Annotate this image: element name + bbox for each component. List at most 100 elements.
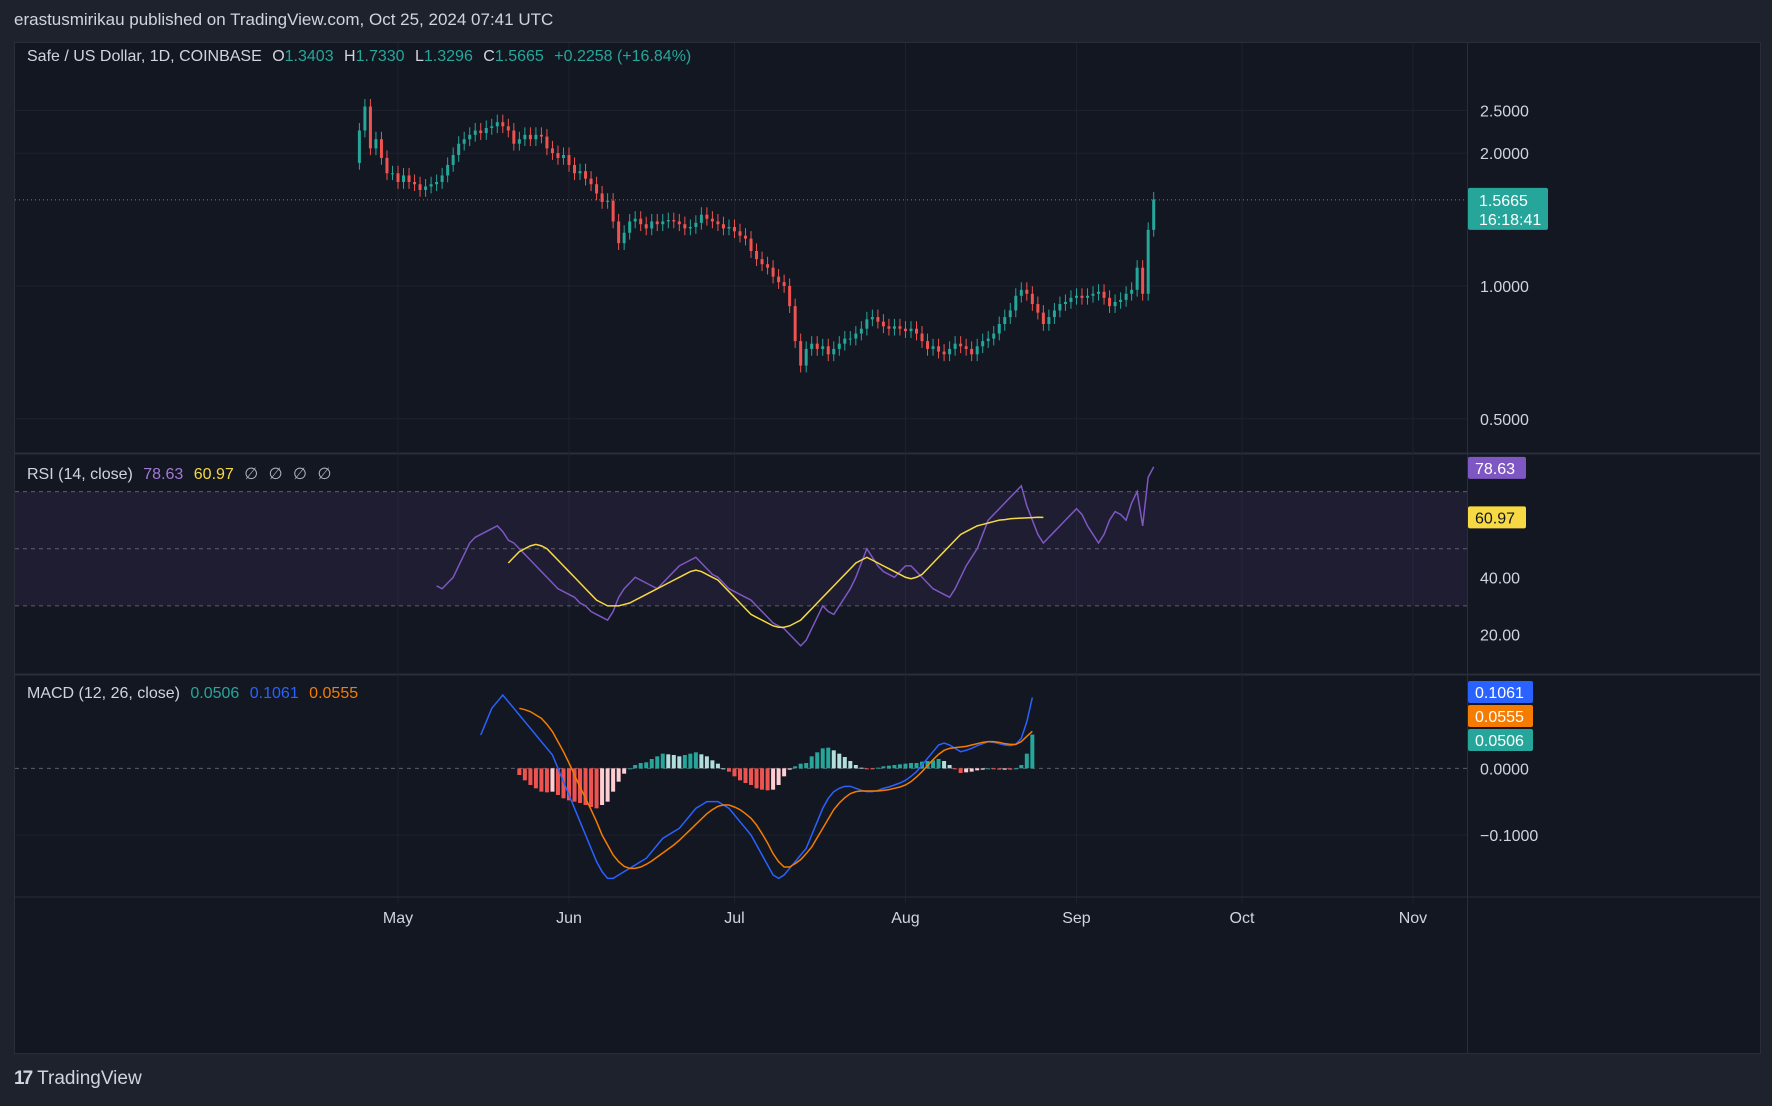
time-axis-tick: Jul	[724, 910, 744, 927]
candle-body	[997, 323, 1001, 334]
macd-hist-bar	[853, 765, 858, 769]
candle-body	[677, 221, 681, 225]
candle-body	[887, 326, 891, 329]
macd-hist-bar	[611, 768, 616, 792]
macd-hist-bar	[589, 768, 594, 807]
candle-body	[429, 184, 433, 187]
candle-body	[479, 130, 483, 134]
candle-body	[606, 200, 610, 202]
rsi-axis-tick: 20.00	[1480, 627, 1520, 644]
candle-body	[462, 139, 466, 144]
candle-body	[561, 155, 565, 158]
macd-hist-bar	[688, 753, 693, 769]
candle-body	[1052, 310, 1056, 318]
macd-hist-bar	[533, 768, 538, 789]
candle-body	[1124, 293, 1128, 300]
ohlc-open-key: O	[272, 48, 285, 65]
macd-hist-bar	[914, 763, 919, 769]
tradingview-brand: TradingView	[37, 1068, 142, 1089]
candle-body	[407, 175, 411, 182]
chart-frame[interactable]: 2.5000 2.0000 1.0000 0.5000 1.5665 16:18:41 60…	[14, 42, 1761, 1054]
macd-hist-bar	[622, 768, 627, 774]
candle-body	[523, 134, 527, 140]
macd-hist-bar	[804, 763, 809, 769]
macd-hist-bar	[1024, 753, 1029, 769]
macd-hist-bar	[715, 763, 720, 769]
candle-body	[1047, 317, 1051, 324]
candle-body	[418, 184, 422, 190]
candle-body	[600, 193, 604, 202]
candle-body	[1036, 304, 1040, 313]
candle-body	[766, 264, 770, 268]
candle-body	[865, 319, 869, 329]
candle-body	[573, 164, 577, 174]
ohlc-open: 1.3403	[284, 48, 334, 65]
candle-body	[661, 221, 665, 225]
price-axis-tick: 2.5000	[1480, 103, 1529, 120]
candle-body	[986, 338, 990, 342]
candle-body	[799, 341, 803, 366]
price-axis-tick: 1.0000	[1480, 279, 1529, 296]
macd-hist-bar	[710, 760, 715, 769]
candle-body	[959, 343, 963, 347]
macd-hist-bar	[986, 768, 991, 770]
candle-body	[379, 139, 383, 158]
candle-body	[859, 328, 863, 334]
ohlc-low-key: L	[415, 48, 424, 65]
candle-body	[975, 346, 979, 355]
candle-body	[528, 134, 532, 140]
candle-body	[793, 306, 797, 342]
macd-label[interactable]: MACD (12, 26, close)	[27, 685, 180, 702]
candle-body	[749, 238, 753, 251]
candle-body	[357, 130, 361, 163]
macd-hist-value: 0.0506	[190, 685, 240, 702]
candle-body	[517, 139, 521, 144]
candle-body	[970, 348, 974, 355]
candle-body	[810, 343, 814, 349]
candle-body	[1152, 199, 1156, 230]
candle-body	[1113, 301, 1117, 307]
candle-body	[915, 328, 919, 334]
macd-hist-bar	[544, 768, 549, 793]
candle-body	[396, 173, 400, 182]
candle-body	[1030, 293, 1034, 305]
candle-body	[595, 184, 599, 194]
candle-body	[771, 267, 775, 277]
candle-body	[953, 343, 957, 349]
candle-body	[655, 221, 659, 225]
candle-body	[495, 122, 499, 127]
macd-hist-bar	[754, 768, 759, 789]
candle-body	[622, 232, 626, 244]
candle-body	[1108, 297, 1112, 307]
price-axis-tick: 2.0000	[1480, 146, 1529, 163]
macd-hist-bar	[826, 747, 831, 769]
candle-body	[402, 175, 406, 182]
candle-body	[694, 222, 698, 228]
rsi-label[interactable]: RSI (14, close)	[27, 466, 133, 483]
macd-value-tag: 0.1061	[1475, 685, 1524, 702]
macd-hist-bar	[859, 767, 864, 769]
candle-body	[854, 333, 858, 339]
macd-hist-bar	[1030, 734, 1035, 769]
candle-body	[1041, 312, 1045, 324]
symbol-label[interactable]: Safe / US Dollar, 1D, COINBASE	[27, 48, 262, 65]
macd-hist-bar	[550, 768, 555, 792]
candle-body	[727, 227, 731, 229]
macd-hist-bar	[726, 768, 731, 772]
candle-body	[992, 333, 996, 339]
candle-body	[451, 155, 455, 165]
macd-hist-bar	[953, 768, 958, 770]
macd-hist-bar	[870, 768, 875, 770]
macd-hist-bar	[820, 748, 825, 769]
macd-hist-bar	[1008, 768, 1013, 770]
macd-hist-bar	[875, 767, 880, 769]
publisher-line: erastusmirikau published on TradingView.…	[14, 10, 554, 29]
rsi-null-1: ∅	[244, 466, 259, 483]
candle-body	[666, 220, 670, 222]
candle-body	[903, 328, 907, 332]
candle-body	[788, 285, 792, 307]
rsi-axis-tick: 40.00	[1480, 570, 1520, 587]
candle-body	[628, 221, 632, 233]
candle-body	[473, 130, 477, 135]
tradingview-logo[interactable]: 17 TradingView	[14, 1068, 142, 1090]
